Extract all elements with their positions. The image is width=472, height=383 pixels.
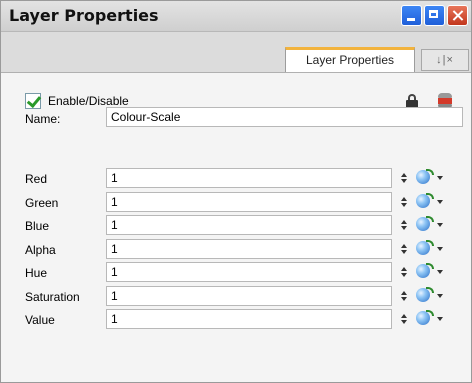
tab-layer-properties[interactable]: Layer Properties [285,47,415,72]
stepper-icon[interactable] [401,218,407,232]
function-curve-icon[interactable] [414,239,454,258]
function-curve-icon[interactable] [414,286,454,305]
chevron-down-icon [437,176,443,180]
property-row-green: Green 1 [1,191,471,214]
title-bar[interactable]: Layer Properties [1,1,471,32]
tab-strip: Layer Properties ↓|× [1,32,471,73]
function-curve-icon[interactable] [414,169,454,187]
stepper-icon[interactable] [401,171,407,185]
property-row-blue: Blue 1 [1,215,471,237]
property-field-hue[interactable]: 1 [106,262,392,282]
chevron-down-icon [437,293,443,298]
chevron-down-icon [437,246,443,251]
enable-label: Enable/Disable [48,94,129,108]
property-field-value[interactable]: 1 [106,309,392,329]
layer-properties-window: Layer Properties Layer Properties ↓|× En… [0,0,472,383]
tab-dock-controls[interactable]: ↓|× [421,49,469,71]
property-row-alpha: Alpha 1 [1,238,471,261]
property-label-blue: Blue [25,219,50,233]
property-label-saturation: Saturation [25,289,80,304]
properties-panel: Enable/Disable Name: Colour-Scale Red 1 Gr… [1,73,471,382]
function-curve-icon[interactable] [414,216,454,234]
function-curve-icon[interactable] [414,263,454,281]
window-title: Layer Properties [9,6,159,25]
property-label-value: Value [25,313,55,327]
property-row-saturation: Saturation 1 [1,285,471,308]
property-label-green: Green [25,195,59,210]
close-button[interactable] [447,5,468,26]
property-field-alpha[interactable]: 1 [106,238,392,259]
property-row-red: Red 1 [1,168,471,190]
property-field-blue[interactable]: 1 [106,215,392,235]
chevron-down-icon [437,270,443,274]
property-label-alpha: Alpha [25,242,56,257]
function-curve-icon[interactable] [414,310,454,328]
property-label-red: Red [25,172,48,186]
property-field-red[interactable]: 1 [106,168,392,188]
enable-checkbox[interactable] [25,93,41,109]
stepper-icon[interactable] [401,265,407,279]
maximize-button[interactable] [424,5,445,26]
name-field[interactable]: Colour-Scale [106,107,463,127]
chevron-down-icon [437,317,443,321]
property-row-hue: Hue 1 [1,262,471,284]
property-field-saturation[interactable]: 1 [106,285,392,306]
stepper-icon[interactable] [401,242,407,256]
function-curve-icon[interactable] [414,192,454,211]
lock-icon[interactable] [406,94,418,108]
minimize-button[interactable] [401,5,422,26]
property-label-hue: Hue [25,266,48,280]
chevron-down-icon [437,223,443,227]
chevron-down-icon [437,199,443,204]
name-label: Name: [25,112,61,126]
stepper-icon[interactable] [401,195,407,209]
property-field-green[interactable]: 1 [106,191,392,212]
stepper-icon[interactable] [401,312,407,326]
stepper-icon[interactable] [401,289,407,303]
property-row-value: Value 1 [1,309,471,331]
